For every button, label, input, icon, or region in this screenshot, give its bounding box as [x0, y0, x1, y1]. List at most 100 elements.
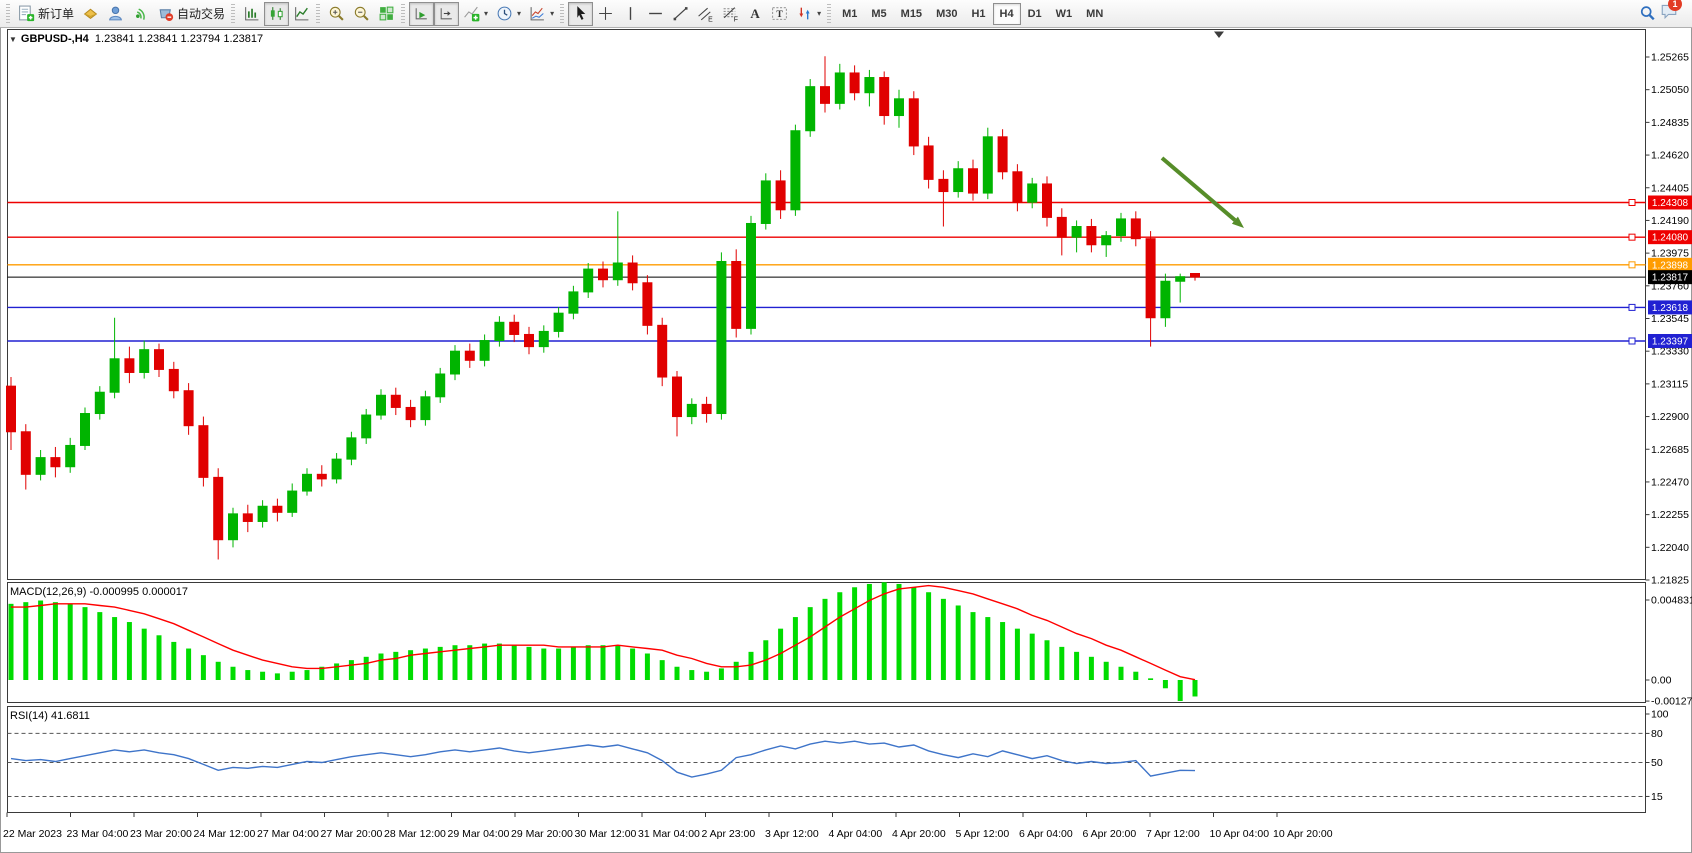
trendline-button[interactable] — [668, 2, 693, 26]
dropdown-arrow-icon: ▾ — [817, 9, 821, 18]
candle-body — [362, 415, 371, 438]
profile-button[interactable] — [103, 2, 128, 26]
zoom-out-icon — [353, 5, 370, 22]
macd-histogram-bar — [808, 607, 813, 680]
zoom-in-icon — [328, 5, 345, 22]
time-tick-label: 22 Mar 2023 — [3, 828, 62, 840]
candle-body — [51, 458, 60, 467]
zoom-in-button[interactable] — [324, 2, 349, 26]
macd-histogram-bar — [1030, 634, 1035, 680]
timeframe-M30[interactable]: M30 — [929, 3, 964, 25]
candle-body — [717, 261, 726, 413]
macd-histogram-bar — [719, 668, 724, 680]
search-button[interactable] — [1635, 2, 1660, 26]
time-tick-label: 10 Apr 04:00 — [1210, 828, 1270, 840]
new-order-label: 新订单 — [38, 5, 74, 22]
toolbar-grip[interactable] — [231, 4, 235, 24]
notifications-button[interactable]: 1 — [1660, 2, 1678, 25]
price-tick-label: 1.22040 — [1651, 542, 1689, 554]
auto-trading-button[interactable]: 自动交易 — [153, 2, 229, 26]
candle-body — [451, 351, 460, 374]
toolbar-grip[interactable] — [6, 4, 10, 24]
time-tick-label: 4 Apr 04:00 — [829, 828, 883, 840]
templates-button[interactable]: ▾ — [525, 2, 558, 26]
macd-tick-label: 0.00 — [1651, 675, 1672, 687]
signals-button[interactable] — [128, 2, 153, 26]
time-tick-label: 23 Mar 04:00 — [67, 828, 129, 840]
candle-body — [599, 269, 608, 280]
tile-windows-button[interactable] — [374, 2, 399, 26]
timeframe-M5[interactable]: M5 — [864, 3, 893, 25]
line-chart-button[interactable] — [289, 2, 314, 26]
timeframe-M1[interactable]: M1 — [835, 3, 864, 25]
periods-button[interactable]: ▾ — [492, 2, 525, 26]
macd-histogram-bar — [645, 654, 650, 680]
equidistant-channel-button[interactable]: E — [693, 2, 718, 26]
zoom-out-button[interactable] — [349, 2, 374, 26]
macd-histogram-bar — [852, 587, 857, 680]
time-tick-label: 6 Apr 04:00 — [1019, 828, 1073, 840]
candle-body — [377, 395, 386, 415]
text-button[interactable]: A — [743, 2, 767, 26]
macd-histogram-bar — [823, 599, 828, 680]
candle-body — [288, 491, 297, 512]
timeframe-H1[interactable]: H1 — [964, 3, 992, 25]
cursor-button[interactable] — [568, 2, 593, 26]
auto-scroll-button[interactable] — [409, 2, 434, 26]
macd-histogram-bar — [245, 670, 250, 680]
macd-histogram-bar — [956, 605, 961, 680]
crosshair-button[interactable] — [593, 2, 618, 26]
arrows-button[interactable]: ▾ — [792, 2, 825, 26]
text-label-button[interactable]: T — [767, 2, 792, 26]
line-end-marker — [1629, 234, 1635, 240]
vertical-line-button[interactable] — [618, 2, 643, 26]
macd-histogram-bar — [216, 662, 221, 680]
chart-window[interactable]: 1.252651.250501.248351.246201.244051.241… — [0, 28, 1692, 853]
timeframe-MN[interactable]: MN — [1079, 3, 1110, 25]
indicators-button[interactable]: ▾ — [459, 2, 492, 26]
chart-canvas[interactable]: 1.252651.250501.248351.246201.244051.241… — [1, 28, 1692, 853]
auto-trading-label: 自动交易 — [177, 5, 225, 22]
macd-histogram-bar — [911, 587, 916, 680]
macd-histogram-bar — [201, 655, 206, 680]
toolbar-grip[interactable] — [560, 4, 564, 24]
macd-tick-label: -0.001273 — [1651, 696, 1692, 708]
macd-histogram-bar — [1119, 667, 1124, 680]
current-price-text: 1.23817 — [1652, 273, 1689, 284]
toolbar-grip[interactable] — [827, 4, 831, 24]
line-end-marker — [1629, 304, 1635, 310]
macd-histogram-bar — [1104, 662, 1109, 680]
timeframe-M15[interactable]: M15 — [894, 3, 929, 25]
timeframe-H4[interactable]: H4 — [993, 3, 1021, 25]
toolbar-grip[interactable] — [316, 4, 320, 24]
candle-body — [140, 350, 149, 373]
bar-chart-button[interactable] — [239, 2, 264, 26]
timeframe-W1[interactable]: W1 — [1049, 3, 1080, 25]
candle-body — [169, 369, 178, 390]
candlestick-chart-button[interactable] — [264, 2, 289, 26]
candle-body — [184, 391, 193, 426]
candle-body — [1176, 277, 1185, 282]
toolbar-grip[interactable] — [401, 4, 405, 24]
timeframe-D1[interactable]: D1 — [1021, 3, 1049, 25]
macd-histogram-bar — [1089, 657, 1094, 680]
new-order-button[interactable]: 新订单 — [14, 2, 78, 26]
macd-histogram-bar — [586, 645, 591, 680]
candle-body — [584, 269, 593, 292]
price-tick-label: 1.22470 — [1651, 476, 1689, 488]
candle-body — [776, 181, 785, 210]
webterminal-button[interactable] — [78, 2, 103, 26]
collapse-icon: ▼ — [9, 35, 17, 44]
fibonacci-button[interactable]: F — [718, 2, 743, 26]
chart-shift-button[interactable] — [434, 2, 459, 26]
macd-histogram-bar — [660, 660, 665, 680]
horizontal-line-button[interactable] — [643, 2, 668, 26]
macd-histogram-bar — [467, 645, 472, 680]
macd-histogram-bar — [112, 617, 117, 680]
candle-body — [1057, 217, 1066, 237]
rsi-tick-label: 15 — [1651, 791, 1663, 803]
chart-shift-icon — [438, 5, 455, 22]
candle-body — [406, 407, 415, 419]
candle-body — [880, 78, 889, 116]
price-tick-label: 1.23545 — [1651, 313, 1689, 325]
